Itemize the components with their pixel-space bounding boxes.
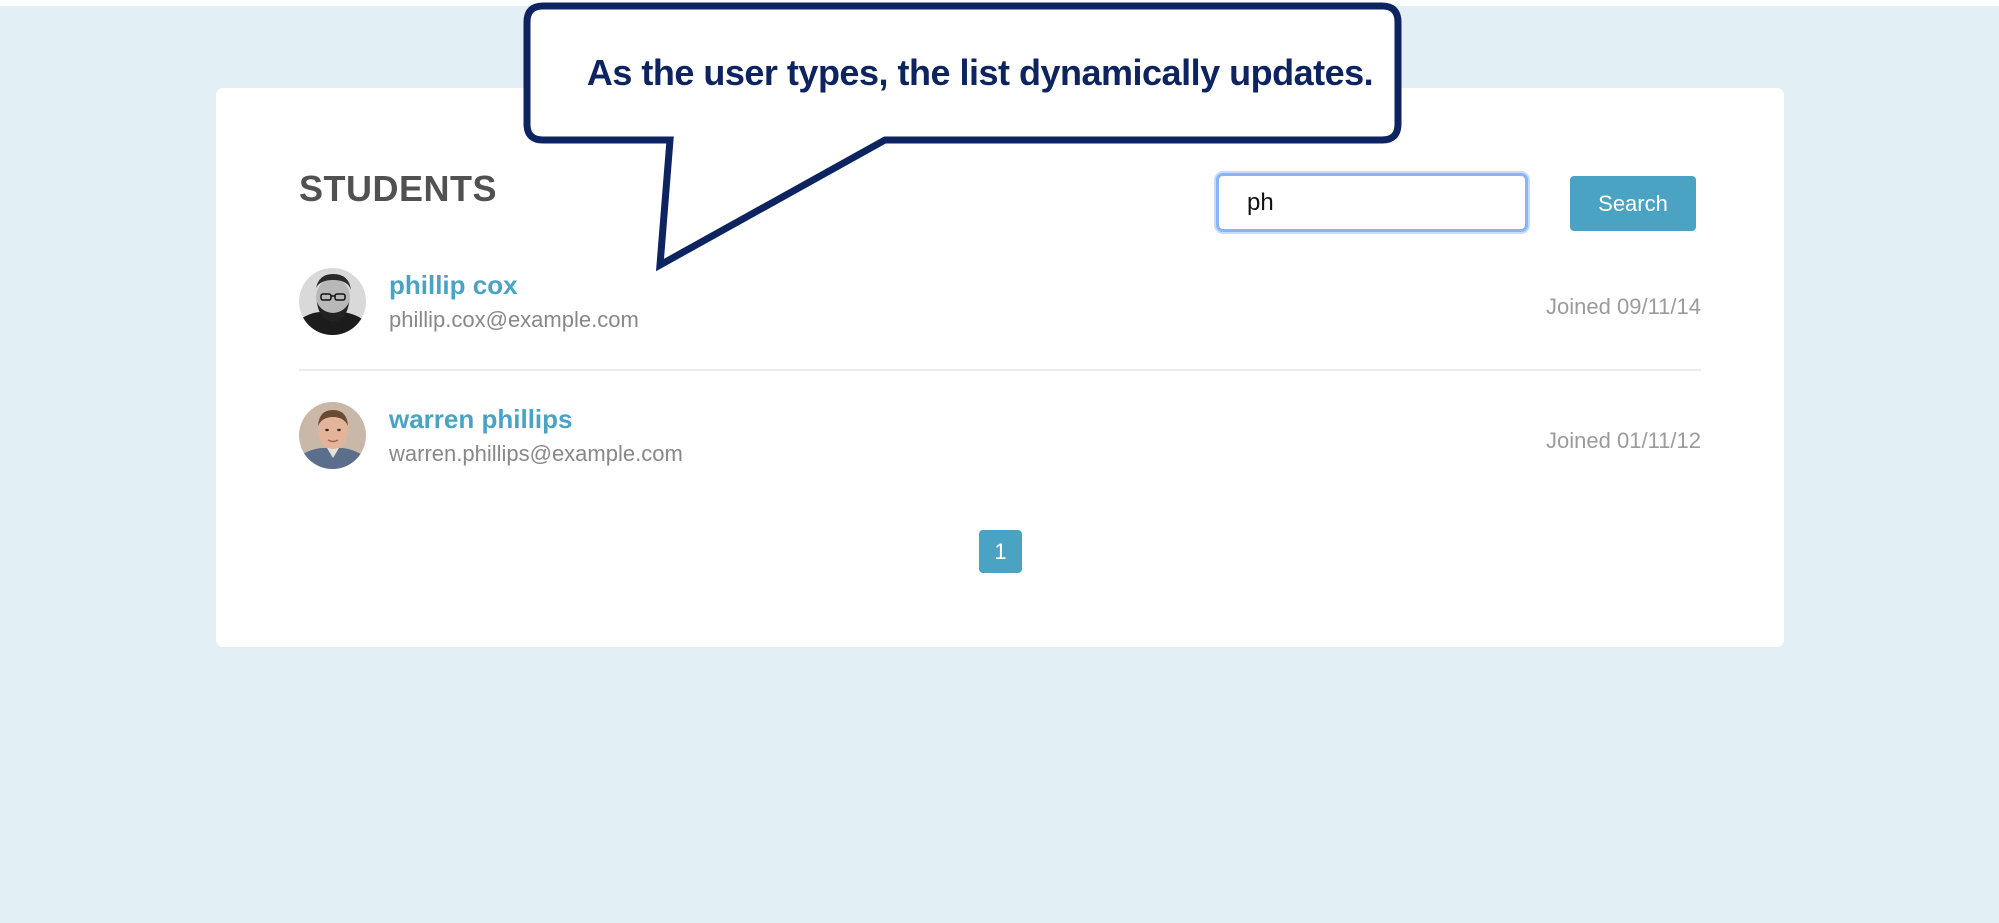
student-name-link[interactable]: warren phillips [389, 404, 573, 435]
avatar [299, 268, 366, 335]
search-input[interactable] [1216, 173, 1528, 232]
student-name-link[interactable]: phillip cox [389, 270, 518, 301]
list-item: phillip cox phillip.cox@example.com Join… [299, 268, 1701, 348]
pagination: 1 [979, 530, 1022, 573]
page-link-1[interactable]: 1 [979, 530, 1022, 573]
search-button[interactable]: Search [1570, 176, 1696, 231]
list-item: warren phillips warren.phillips@example.… [299, 402, 1701, 482]
joined-date: Joined 09/11/14 [1546, 294, 1701, 319]
student-email: warren.phillips@example.com [389, 441, 683, 466]
students-card: STUDENTS Search phillip cox phillip.cox@… [216, 88, 1784, 647]
row-divider [299, 369, 1701, 371]
joined-date: Joined 01/11/12 [1546, 428, 1701, 453]
top-strip [0, 0, 1999, 6]
avatar [299, 402, 366, 469]
page-title: STUDENTS [299, 168, 498, 209]
student-email: phillip.cox@example.com [389, 307, 639, 332]
